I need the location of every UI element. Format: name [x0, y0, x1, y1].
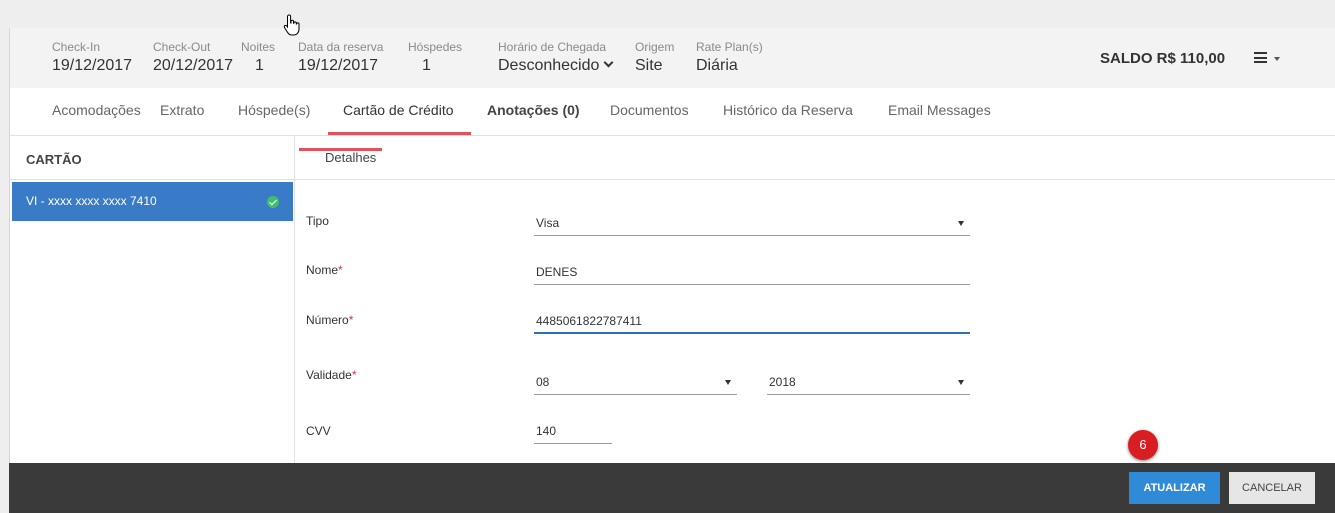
active-tab-indicator	[328, 132, 471, 135]
divider	[10, 179, 295, 180]
tab-extrato[interactable]: Extrato	[160, 102, 204, 118]
tipo-value: Visa	[536, 216, 560, 230]
tab-detalhes[interactable]: Detalhes	[325, 150, 376, 165]
cvv-value: 140	[536, 424, 557, 438]
tipo-select[interactable]: Visa	[534, 212, 970, 236]
action-footer: ATUALIZAR CANCELAR	[9, 463, 1335, 513]
active-subtab-indicator	[299, 148, 382, 151]
guests-field: Hóspedes 1	[408, 40, 462, 75]
rate-plan-field: Rate Plan(s) Diária	[696, 40, 763, 75]
tipo-label: Tipo	[306, 214, 329, 228]
cancel-button[interactable]: CANCELAR	[1229, 472, 1315, 504]
cvv-label: CVV	[306, 424, 331, 438]
tab-anotacoes[interactable]: Anotações (0)	[487, 102, 580, 118]
validade-year-value: 2018	[769, 375, 796, 389]
rate-plan-value: Diária	[696, 57, 738, 74]
card-list-item-label: VI - xxxx xxxx xxxx 7410	[26, 194, 157, 208]
card-list-item[interactable]: VI - xxxx xxxx xxxx 7410	[12, 182, 293, 221]
rate-plan-label: Rate Plan(s)	[696, 40, 763, 54]
details-subtabs: Detalhes	[295, 136, 1335, 180]
balance-label: SALDO R$ 110,00	[1100, 50, 1226, 67]
actions-menu-button[interactable]	[1254, 52, 1290, 66]
checkin-field: Check-In 19/12/2017	[52, 40, 132, 75]
numero-value: 4485061822787411	[536, 314, 642, 328]
arrival-time-field[interactable]: Horário de Chegada Desconhecido	[498, 40, 614, 75]
top-margin	[0, 0, 1335, 10]
check-circle-icon	[267, 196, 279, 208]
nights-value: 1	[255, 57, 264, 74]
booking-date-value: 19/12/2017	[298, 57, 379, 74]
hamburger-menu-icon[interactable]	[1254, 52, 1267, 63]
validade-label: Validade*	[306, 368, 357, 382]
caret-down-icon[interactable]	[1274, 57, 1280, 61]
nights-label: Noites	[241, 40, 276, 54]
dropdown-arrow-icon[interactable]	[725, 380, 731, 385]
checkin-value: 19/12/2017	[52, 57, 133, 74]
hand-cursor-icon	[283, 14, 300, 36]
checkin-label: Check-In	[52, 40, 101, 54]
dropdown-arrow-icon[interactable]	[958, 380, 964, 385]
card-list-title: CARTÃO	[26, 152, 82, 167]
arrival-time-label: Horário de Chegada	[498, 40, 607, 54]
tab-documentos[interactable]: Documentos	[610, 102, 689, 118]
origin-value: Site	[635, 57, 663, 74]
booking-date-field: Data da reserva 19/12/2017	[298, 40, 383, 75]
tab-hospedes[interactable]: Hóspede(s)	[238, 102, 310, 118]
origin-field: Origem Site	[635, 40, 674, 75]
nome-label: Nome*	[306, 263, 343, 277]
reservation-tabs: Acomodações Extrato Hóspede(s) Cartão de…	[10, 88, 1335, 136]
cvv-input[interactable]: 140	[534, 420, 612, 444]
reservation-header: Check-In 19/12/2017 Check-Out 20/12/2017…	[10, 28, 1335, 88]
tab-historico-da-reserva[interactable]: Histórico da Reserva	[723, 102, 853, 118]
arrival-time-value: Desconhecido	[498, 57, 600, 74]
nights-field: Noites 1	[241, 40, 275, 75]
step-badge: 6	[1128, 430, 1158, 460]
checkout-value: 20/12/2017	[153, 57, 234, 74]
validade-year-select[interactable]: 2018	[767, 371, 970, 395]
numero-input[interactable]: 4485061822787411	[534, 310, 970, 334]
update-button[interactable]: ATUALIZAR	[1129, 472, 1220, 504]
card-list-panel: CARTÃO VI - xxxx xxxx xxxx 7410	[10, 136, 295, 463]
checkout-label: Check-Out	[153, 40, 211, 54]
guests-value: 1	[422, 57, 431, 74]
nome-input[interactable]: DENES	[534, 261, 970, 285]
booking-date-label: Data da reserva	[298, 40, 384, 54]
checkout-field: Check-Out 20/12/2017	[153, 40, 233, 75]
arrival-time-dropdown[interactable]: Desconhecido	[498, 57, 614, 75]
tab-cartao-de-credito[interactable]: Cartão de Crédito	[343, 102, 454, 118]
origin-label: Origem	[635, 40, 675, 54]
nome-value: DENES	[536, 265, 578, 279]
chevron-down-icon[interactable]	[603, 57, 614, 68]
guests-label: Hóspedes	[408, 40, 463, 54]
validade-month-select[interactable]: 08	[534, 371, 737, 395]
dropdown-arrow-icon[interactable]	[958, 221, 964, 226]
validade-month-value: 08	[536, 375, 550, 389]
tab-email-messages[interactable]: Email Messages	[888, 102, 991, 118]
numero-label: Número*	[306, 313, 354, 327]
tab-acomodacoes[interactable]: Acomodações	[52, 102, 141, 118]
